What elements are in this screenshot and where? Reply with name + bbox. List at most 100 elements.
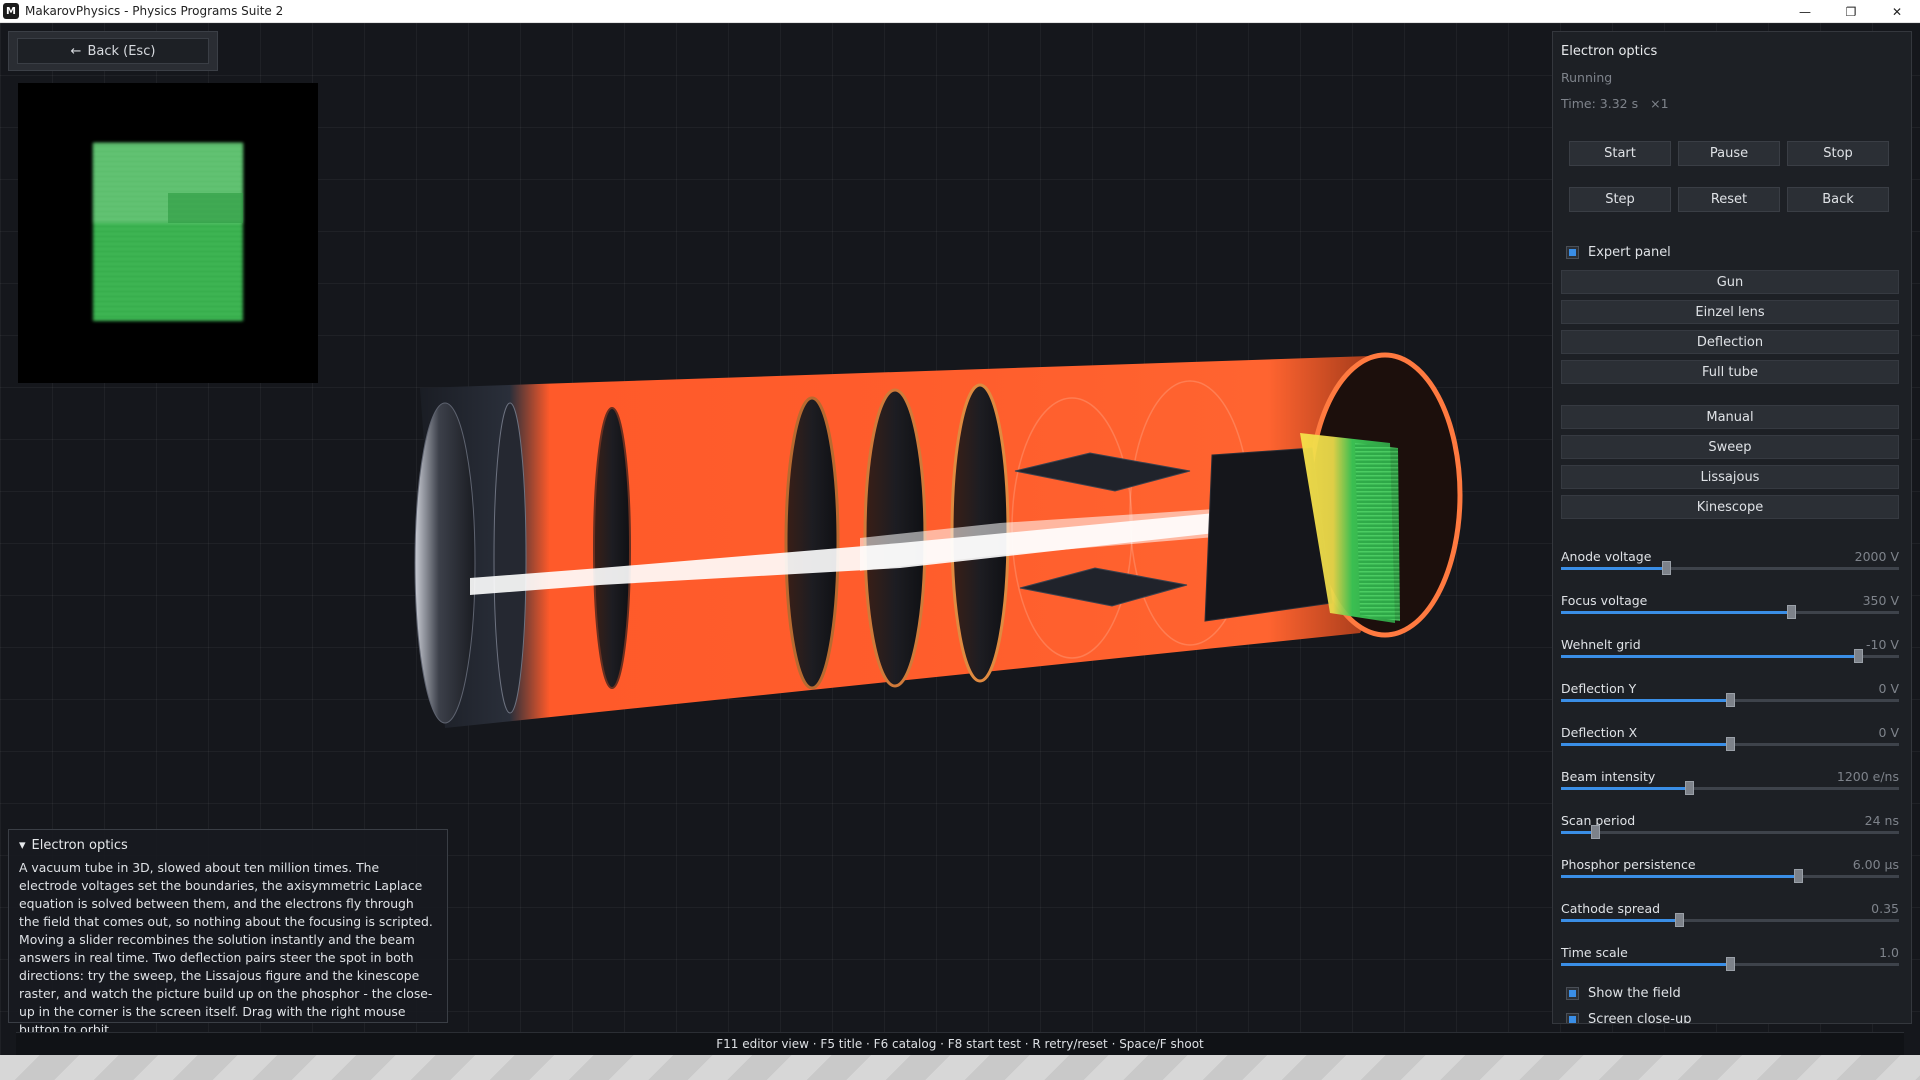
time-scale-label: Time scale [1561,945,1628,960]
beam-intensity-track[interactable] [1561,781,1899,795]
title-bar: M MakarovPhysics - Physics Programs Suit… [0,0,1920,23]
deflection-x-slider[interactable]: Deflection X 0 V [1561,725,1899,761]
stop-button[interactable]: Stop [1787,141,1889,166]
cathode-spread-track[interactable] [1561,913,1899,927]
step-button[interactable]: Step [1569,187,1671,212]
anode-voltage-track[interactable] [1561,561,1899,575]
beam-intensity-fill [1561,787,1689,790]
deflection-x-track[interactable] [1561,737,1899,751]
wehnelt-grid-thumb[interactable] [1854,649,1863,663]
expert-panel-toggle[interactable]: Expert panel [1566,245,1671,260]
focus-voltage-fill [1561,611,1791,614]
deflection-x-value: 0 V [1878,725,1899,740]
einzel-lens-disk [784,396,840,690]
collapse-triangle-icon: ▾ [19,838,26,853]
controls-row-2: Step Reset Back [1569,187,1889,212]
cathode-spread-thumb[interactable] [1675,913,1684,927]
view-gun-button[interactable]: Gun [1561,270,1899,294]
anode-voltage-thumb[interactable] [1662,561,1671,575]
focus-voltage-thumb[interactable] [1787,605,1796,619]
cathode-spread-value: 0.35 [1871,901,1899,916]
reset-button[interactable]: Reset [1678,187,1780,212]
sim-time: Time: 3.32 s ×1 [1561,96,1669,111]
beam-intensity-label: Beam intensity [1561,769,1656,784]
beam-intensity-value: 1200 e/ns [1836,769,1899,784]
deflection-y-thumb[interactable] [1726,693,1735,707]
back-button[interactable]: ← Back (Esc) [17,38,209,64]
run-status: Running [1561,70,1613,85]
panel-back-button[interactable]: Back [1787,187,1889,212]
back-button-container: ← Back (Esc) [8,31,218,71]
beam-intensity-thumb[interactable] [1685,781,1694,795]
expert-panel-label: Expert panel [1588,245,1671,260]
wehnelt-grid-value: -10 V [1866,637,1899,652]
phosphor-persistence-thumb[interactable] [1794,869,1803,883]
description-panel: ▾ Electron optics A vacuum tube in 3D, s… [8,829,448,1037]
focus-voltage-value: 350 V [1862,593,1899,608]
cathode-spread-label: Cathode spread [1561,901,1661,916]
floor-tiles [0,1055,1920,1080]
mode-sweep-button[interactable]: Sweep [1561,435,1899,459]
cathode-spread-slider[interactable]: Cathode spread 0.35 [1561,901,1899,937]
view-full-tube-button[interactable]: Full tube [1561,360,1899,384]
focus-voltage-track[interactable] [1561,605,1899,619]
wehnelt-plate [493,402,527,714]
scan-period-value: 24 ns [1864,813,1899,828]
keyboard-hints-bar: F11 editor view · F5 title · F6 catalog … [16,1032,1904,1055]
phosphor-image [1355,443,1400,621]
phosphor-persistence-slider[interactable]: Phosphor persistence 6.00 μs [1561,857,1899,893]
wehnelt-grid-fill [1561,655,1858,658]
expert-panel-checkbox[interactable] [1566,246,1579,259]
cathode-spread-fill [1561,919,1679,922]
panel-title: Electron optics [1561,44,1658,59]
back-button-label: Back (Esc) [87,43,156,59]
view-einzel-lens-button[interactable]: Einzel lens [1561,300,1899,324]
raster-notch [168,193,243,223]
close-button[interactable]: ✕ [1874,0,1920,23]
mode-kinescope-button[interactable]: Kinescope [1561,495,1899,519]
show-field-checkbox[interactable] [1566,987,1579,1000]
scan-period-slider[interactable]: Scan period 24 ns [1561,813,1899,849]
beam-intensity-slider[interactable]: Beam intensity 1200 e/ns [1561,769,1899,805]
time-scale-slider[interactable]: Time scale 1.0 [1561,945,1899,981]
deflection-x-thumb[interactable] [1726,737,1735,751]
screen-closeup-label: Screen close-up [1588,1012,1692,1024]
deflection-x-label: Deflection X [1561,725,1638,740]
time-scale-fill [1561,963,1730,966]
deflection-y-label: Deflection Y [1561,681,1637,696]
time-scale-value: 1.0 [1879,945,1899,960]
description-header[interactable]: ▾ Electron optics [19,838,437,853]
deflection-y-track[interactable] [1561,693,1899,707]
phosphor-persistence-track[interactable] [1561,869,1899,883]
time-scale-thumb[interactable] [1726,957,1735,971]
scan-period-thumb[interactable] [1591,825,1600,839]
mode-manual-button[interactable]: Manual [1561,405,1899,429]
focus-voltage-label: Focus voltage [1561,593,1648,608]
deflection-y-slider[interactable]: Deflection Y 0 V [1561,681,1899,717]
phosphor-persistence-label: Phosphor persistence [1561,857,1696,872]
focus-voltage-slider[interactable]: Focus voltage 350 V [1561,593,1899,629]
screen-closeup-toggle[interactable]: Screen close-up [1566,1012,1692,1024]
screen-closeup-checkbox[interactable] [1566,1013,1579,1023]
anode-voltage-slider[interactable]: Anode voltage 2000 V [1561,549,1899,585]
time-readout: Time: 3.32 s [1561,96,1639,111]
time-scale-track[interactable] [1561,957,1899,971]
show-field-toggle[interactable]: Show the field [1566,986,1681,1001]
start-button[interactable]: Start [1569,141,1671,166]
restore-button[interactable]: ❐ [1828,0,1874,23]
phosphor-persistence-value: 6.00 μs [1852,857,1899,872]
wehnelt-grid-slider[interactable]: Wehnelt grid -10 V [1561,637,1899,673]
description-text: A vacuum tube in 3D, slowed about ten mi… [19,860,433,1037]
description-title: Electron optics [31,838,128,853]
scan-period-track[interactable] [1561,825,1899,839]
minimize-button[interactable]: — [1782,0,1828,23]
wehnelt-grid-track[interactable] [1561,649,1899,663]
view-deflection-button[interactable]: Deflection [1561,330,1899,354]
pause-button[interactable]: Pause [1678,141,1780,166]
speed-readout: ×1 [1650,96,1669,111]
mode-lissajous-button[interactable]: Lissajous [1561,465,1899,489]
wehnelt-grid-label: Wehnelt grid [1561,637,1641,652]
deflection-y-value: 0 V [1878,681,1899,696]
anode-disk [593,407,631,689]
arrow-left-icon: ← [70,43,82,59]
